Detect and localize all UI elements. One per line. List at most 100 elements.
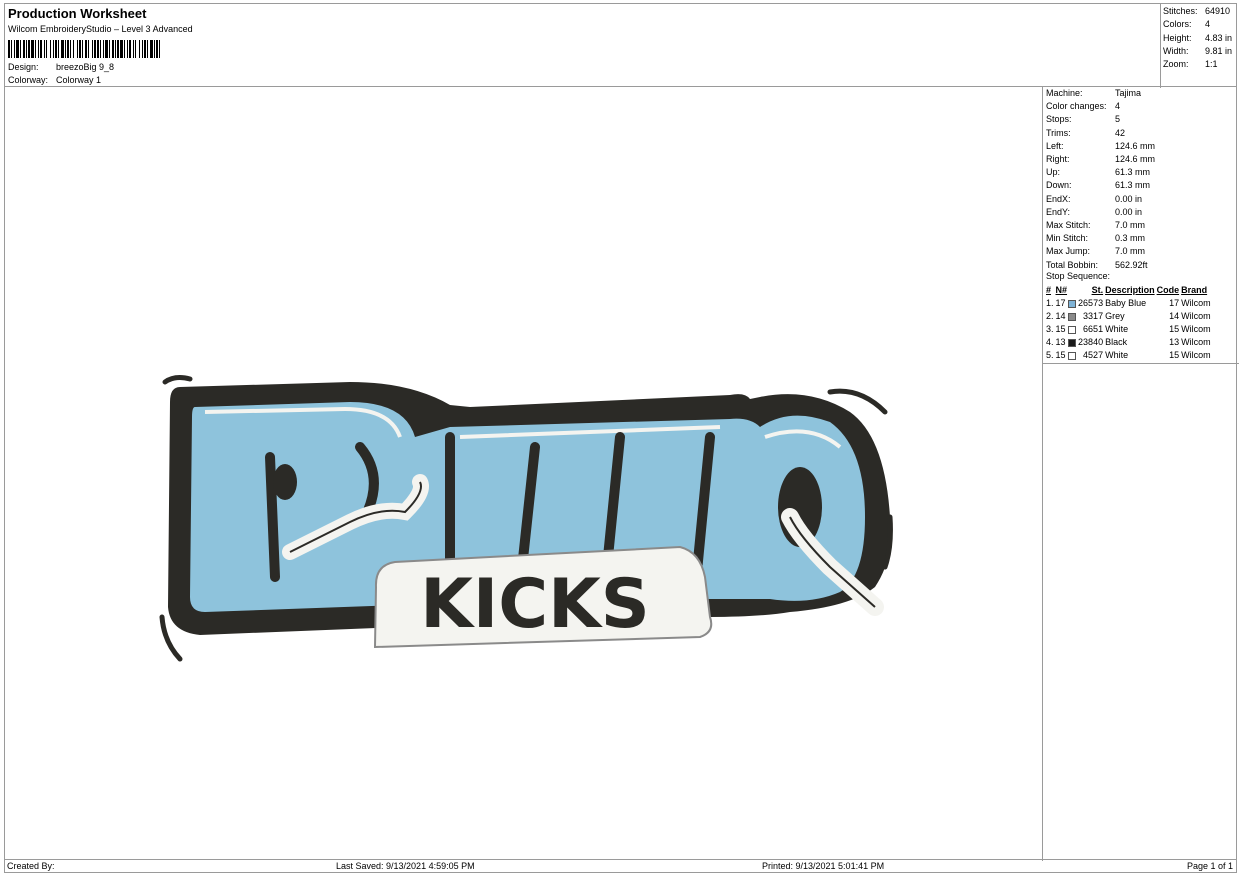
barcode-bar	[14, 40, 15, 58]
barcode-bar	[150, 40, 153, 58]
machine-stat-row: Machine: Tajima	[1046, 88, 1141, 98]
stop-code: 14	[1169, 311, 1180, 321]
stop-needle: 13	[1055, 336, 1078, 349]
barcode-bar	[70, 40, 71, 58]
barcode-bar	[139, 40, 140, 58]
barcode-bar	[46, 40, 47, 58]
header-stat-label: Width:	[1163, 45, 1189, 56]
barcode-bar	[144, 40, 146, 58]
stop-col-header: St.	[1091, 285, 1104, 295]
barcode-bar	[61, 40, 64, 58]
machine-stat-label: Max Stitch:	[1046, 220, 1091, 230]
needle-number: 13	[1055, 337, 1066, 347]
stop-code: 15	[1169, 324, 1180, 334]
barcode-bar	[26, 40, 27, 58]
stop-index: 5.	[1046, 350, 1054, 360]
barcode-bar	[112, 40, 114, 58]
barcode-bar	[100, 40, 101, 58]
machine-stat-value: 61.3 mm	[1115, 180, 1151, 191]
machine-stat-label: EndY:	[1046, 206, 1071, 217]
machine-stat-label: Stops:	[1046, 114, 1072, 125]
color-swatch	[1068, 325, 1077, 334]
barcode-bar	[129, 40, 131, 58]
machine-stat-value: 124.6 mm	[1115, 140, 1156, 151]
stop-row: 2. 14 3317 Grey 14 Wilcom	[1045, 310, 1212, 323]
stop-brand: Wilcom	[1181, 324, 1211, 334]
stop-table-body: 1. 17 26573 Baby Blue 17 Wilcom 2. 14 3317 Grey…	[1045, 297, 1212, 362]
barcode-bar	[77, 40, 78, 58]
machine-stat-label: Up:	[1046, 167, 1061, 178]
design-value: breezoBig 9_8	[56, 62, 115, 72]
barcode-bar	[115, 40, 116, 58]
needle-number: 15	[1055, 350, 1066, 360]
barcode-bar	[31, 40, 34, 58]
kicks-word: KICKS	[373, 545, 713, 649]
barcode-bar	[135, 40, 136, 58]
machine-stat-row: Left: 124.6 mm	[1046, 141, 1155, 151]
barcode-bar	[67, 40, 69, 58]
machine-stat-label: Trims:	[1046, 127, 1071, 138]
barcode-bar	[8, 40, 10, 58]
last-saved: Last Saved: 9/13/2021 4:59:05 PM	[336, 861, 475, 871]
stop-row: 3. 15 6651 White 15 Wilcom	[1045, 323, 1212, 336]
barcode-bar	[92, 40, 93, 58]
machine-stat-label: Down:	[1046, 180, 1072, 191]
needle-number: 15	[1055, 324, 1066, 334]
barcode-bar	[133, 40, 134, 58]
header-stat-label: Stitches:	[1163, 6, 1198, 16]
barcode-bar	[147, 40, 148, 58]
stop-stitches: 3317	[1083, 311, 1104, 321]
letter-b-counter	[273, 464, 297, 500]
barcode-bar	[156, 40, 158, 58]
barcode-bar	[82, 40, 83, 58]
color-swatch	[1068, 351, 1077, 360]
worksheet-header: Production Worksheet Wilcom EmbroiderySt…	[4, 3, 1237, 88]
stop-description: Black	[1105, 337, 1128, 347]
stop-brand: Wilcom	[1181, 337, 1211, 347]
stop-description: Baby Blue	[1105, 298, 1147, 308]
machine-stat-row: Min Stitch: 0.3 mm	[1046, 233, 1145, 243]
header-stat-value: 4.83 in	[1205, 32, 1233, 43]
machine-stat-row: Trims: 42	[1046, 128, 1125, 138]
stop-row: 4. 13 23840 Black 13 Wilcom	[1045, 336, 1212, 349]
header-stat-value: 64910	[1205, 6, 1231, 16]
header-stat-row: Height: 4.83 in	[1163, 33, 1232, 43]
barcode-bar	[109, 40, 110, 58]
machine-stat-label: Total Bobbin:	[1046, 259, 1099, 270]
colorway-line: Colorway: Colorway 1	[8, 75, 101, 85]
stop-index: 2.	[1046, 311, 1054, 321]
stop-brand: Wilcom	[1181, 298, 1211, 308]
machine-stat-label: Max Jump:	[1046, 246, 1091, 257]
worksheet-body: KICKS Machine: Tajima Color changes: 4 Stops…	[4, 86, 1239, 861]
machine-stat-row: EndX: 0.00 in	[1046, 194, 1142, 204]
machine-stat-row: Down: 61.3 mm	[1046, 180, 1150, 190]
header-stat-row: Stitches: 64910	[1163, 6, 1230, 16]
stop-brand: Wilcom	[1181, 350, 1211, 360]
barcode-bar	[88, 40, 89, 58]
stop-stitches: 23840	[1078, 337, 1104, 347]
barcode-bar	[105, 40, 108, 58]
created-by: Created By:	[7, 861, 55, 871]
barcode-bar	[20, 40, 21, 58]
worksheet-title: Production Worksheet	[8, 6, 147, 21]
header-stat-label: Zoom:	[1163, 59, 1189, 70]
stop-needle: 15	[1055, 323, 1078, 336]
color-swatch	[1068, 299, 1077, 308]
header-stat-row: Width: 9.81 in	[1163, 46, 1232, 56]
machine-stat-value: 124.6 mm	[1115, 154, 1156, 164]
machine-stat-row: Right: 124.6 mm	[1046, 154, 1155, 164]
barcode-bar	[11, 40, 12, 58]
barcode-bar	[154, 40, 155, 58]
barcode-bar	[120, 40, 123, 58]
design-line: Design: breezoBig 9_8	[8, 62, 114, 72]
machine-stat-row: Color changes: 4	[1046, 101, 1120, 111]
header-stat-label: Height:	[1163, 32, 1192, 43]
machine-stat-row: Total Bobbin: 562.92ft	[1046, 260, 1148, 270]
barcode-bar	[40, 40, 42, 58]
machine-stat-label: Min Stitch:	[1046, 233, 1089, 244]
barcode	[8, 40, 160, 58]
header-stat-value: 9.81 in	[1205, 45, 1233, 56]
machine-stat-row: Max Stitch: 7.0 mm	[1046, 220, 1145, 230]
machine-stat-value: 4	[1115, 101, 1121, 112]
barcode-bar	[35, 40, 36, 58]
